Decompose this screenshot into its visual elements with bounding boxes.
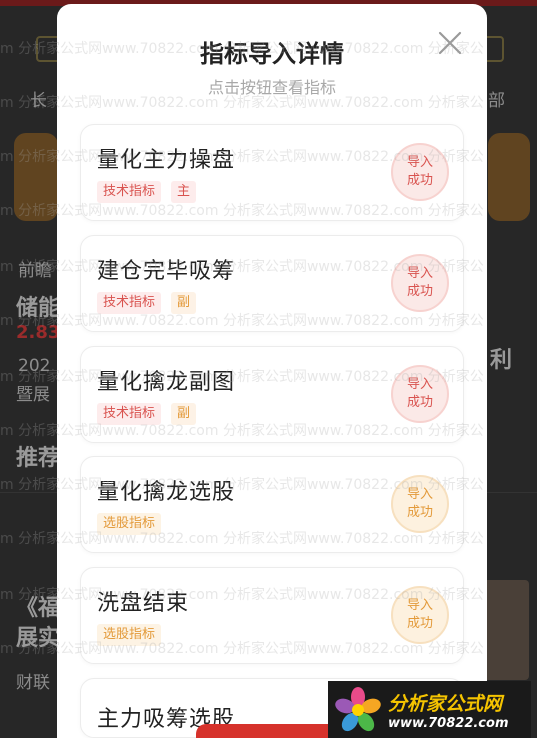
tag-chart: 副 — [171, 403, 197, 425]
dialog-title: 指标导入详情 — [200, 40, 344, 68]
tag-type: 技术指标 — [97, 181, 162, 203]
indicator-tags: 技术指标 主 — [97, 181, 197, 203]
background-label: 长 — [30, 91, 47, 111]
background-label: 展实 — [16, 626, 61, 651]
background-banner — [488, 133, 530, 221]
indicator-tags: 技术指标 副 — [97, 403, 197, 425]
import-status-label: 导入成功 — [406, 598, 433, 631]
flower-logo-icon — [334, 686, 382, 734]
background-label: 暨展 — [16, 385, 50, 405]
tag-chart: 主 — [171, 181, 197, 203]
import-status-label: 导入成功 — [406, 155, 433, 188]
indicator-name: 量化主力操盘 — [97, 148, 236, 173]
indicator-name: 洗盘结束 — [97, 591, 190, 616]
indicator-card[interactable]: 量化主力操盘 技术指标 主 导入成功 — [80, 124, 464, 221]
logo-title: 分析家公式网 — [388, 692, 503, 715]
background-label: 前瞻 — [18, 261, 52, 281]
background-value: 2.83 — [16, 322, 61, 343]
import-success-button[interactable]: 导入成功 — [391, 143, 449, 201]
import-status-label: 导入成功 — [406, 377, 433, 410]
import-success-button[interactable]: 导入成功 — [391, 365, 449, 423]
site-logo: 分析家公式网 www.70822.com — [328, 681, 531, 738]
logo-url: www.70822.com — [388, 715, 509, 731]
indicator-name: 量化擒龙选股 — [97, 480, 236, 505]
indicator-card[interactable]: 量化擒龙副图 技术指标 副 导入成功 — [80, 346, 464, 443]
background-label: 《福 — [16, 596, 61, 621]
logo-text: 分析家公式网 www.70822.com — [388, 689, 509, 731]
close-button[interactable] — [435, 28, 465, 58]
import-success-button[interactable]: 导入成功 — [391, 254, 449, 312]
indicator-tags: 选股指标 — [97, 624, 162, 646]
close-icon — [438, 31, 462, 55]
background-label: 利 — [490, 348, 513, 373]
background-label: 推荐 — [16, 446, 61, 471]
background-label: 部 — [488, 91, 505, 111]
tag-type: 选股指标 — [97, 513, 162, 535]
background-label: 储能 — [16, 296, 61, 321]
dialog-subtitle: 点击按钮查看指标 — [207, 78, 336, 97]
background-label: 财联 — [16, 673, 50, 693]
indicator-tags: 选股指标 — [97, 513, 162, 535]
indicator-import-dialog: 指标导入详情 点击按钮查看指标 量化主力操盘 技术指标 主 导入成功 建仓完毕吸… — [57, 4, 487, 738]
indicator-card[interactable]: 洗盘结束 选股指标 导入成功 — [80, 567, 464, 664]
indicator-name: 量化擒龙副图 — [97, 370, 236, 395]
import-status-label: 导入成功 — [406, 487, 433, 520]
import-success-button[interactable]: 导入成功 — [391, 586, 449, 644]
indicator-card[interactable]: 量化擒龙选股 选股指标 导入成功 — [80, 456, 464, 553]
background-banner — [14, 133, 58, 221]
import-status-label: 导入成功 — [406, 266, 433, 299]
tag-type: 技术指标 — [97, 403, 162, 425]
background-label: 202 — [18, 356, 51, 376]
tag-type: 技术指标 — [97, 292, 162, 314]
indicator-tags: 技术指标 副 — [97, 292, 197, 314]
tag-type: 选股指标 — [97, 624, 162, 646]
import-success-button[interactable]: 导入成功 — [391, 475, 449, 533]
tag-chart: 副 — [171, 292, 197, 314]
indicator-card[interactable]: 建仓完毕吸筹 技术指标 副 导入成功 — [80, 235, 464, 332]
indicator-name: 建仓完毕吸筹 — [97, 259, 236, 284]
